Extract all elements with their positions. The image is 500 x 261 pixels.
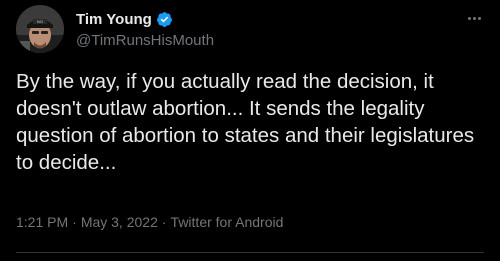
author-handle[interactable]: @TimRunsHisMouth [76,32,214,49]
svg-text:NO: NO [37,19,43,24]
tweet-card: NO Tim Young @TimRunsHisMouth By the way… [0,0,500,261]
more-options-button[interactable] [462,8,486,28]
tweet-time[interactable]: 1:21 PM [16,214,68,230]
verified-badge-icon [156,11,172,27]
display-name[interactable]: Tim Young [76,11,152,28]
meta-separator: · [72,214,77,230]
divider [16,252,484,253]
more-horizontal-icon [472,16,476,20]
more-horizontal-icon [477,16,481,20]
author-info: Tim Young @TimRunsHisMouth [76,9,214,50]
tweet-source[interactable]: Twitter for Android [171,214,284,230]
more-horizontal-icon [467,16,471,20]
meta-separator: · [161,214,167,230]
avatar-photo: NO [16,5,64,53]
tweet-metadata: 1:21 PM · May 3, 2022 · Twitter for Android [16,214,283,230]
tweet-date[interactable]: May 3, 2022 [81,214,158,230]
name-row: Tim Young [76,9,214,29]
tweet-text: By the way, if you actually read the dec… [16,70,475,174]
avatar[interactable]: NO [16,5,64,53]
